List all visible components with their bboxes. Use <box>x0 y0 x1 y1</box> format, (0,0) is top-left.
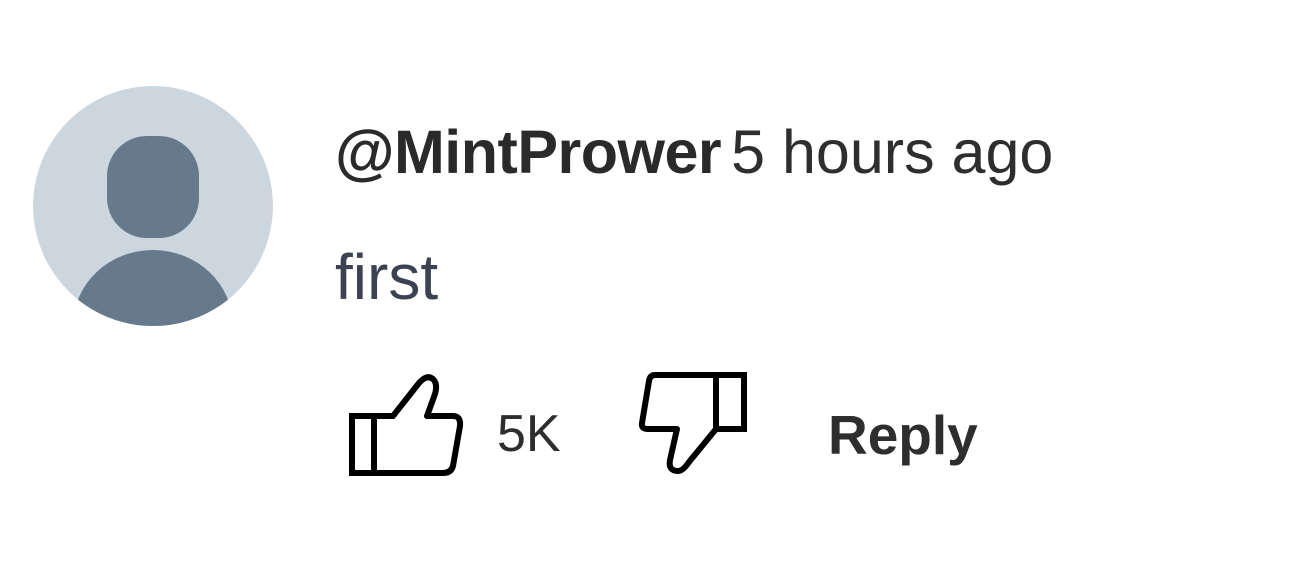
like-button[interactable] <box>349 370 464 478</box>
timestamp[interactable]: 5 hours ago <box>731 118 1053 186</box>
author-name[interactable]: @MintPrower <box>335 118 722 186</box>
avatar[interactable] <box>33 86 273 326</box>
comment-body: @MintPrower 5 hours ago first <box>335 112 1275 312</box>
comment-header: @MintPrower 5 hours ago <box>335 112 1275 192</box>
thumb-up-icon <box>349 374 464 476</box>
thumb-down-icon <box>638 372 747 474</box>
dislike-button[interactable] <box>637 370 753 478</box>
comment-actions: 5K Reply <box>335 370 1235 480</box>
comment-text: first <box>335 241 439 313</box>
reply-button[interactable]: Reply <box>828 402 978 468</box>
default-user-avatar-icon <box>33 86 273 326</box>
like-count: 5K <box>497 405 561 463</box>
comment: @MintPrower 5 hours ago first 5K Reply <box>0 0 1303 583</box>
